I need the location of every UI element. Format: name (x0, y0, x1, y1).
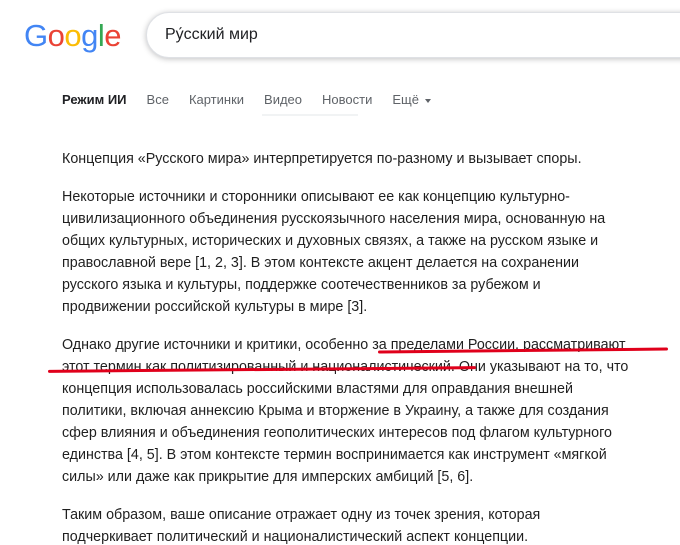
answer-paragraph: Таким образом, ваше описание отражает од… (62, 504, 662, 545)
logo-letter: o (47, 18, 65, 53)
search-input[interactable]: Ру́сский мир (165, 13, 258, 57)
answer-line: Таким образом, ваше описание отражает од… (62, 507, 541, 523)
answer-line: концепция использовалась российскими вла… (62, 381, 573, 397)
logo-letter: g (81, 18, 98, 53)
tab-more[interactable]: Ещё (392, 91, 431, 109)
answer-line: подчеркивает политический и националисти… (62, 529, 529, 545)
answer-line: силы» или даже как прикрытие для имперск… (62, 469, 474, 485)
answer-line: Некоторые источники и сторонники описыва… (62, 189, 570, 205)
tab-more-label: Ещё (392, 92, 419, 107)
answer-paragraph: Однако другие источники и критики, особе… (62, 334, 662, 488)
logo-letter: o (64, 18, 82, 53)
tab-all[interactable]: Все (147, 91, 169, 109)
answer-line: общих культурных, исторических и духовны… (62, 233, 599, 249)
tab-divider (262, 114, 358, 116)
answer-line: цивилизационного объединения русскоязычн… (62, 211, 606, 227)
answer-line: сфер влияния и объединения геополитическ… (62, 425, 612, 441)
tab-videos[interactable]: Видео (264, 91, 302, 109)
tab-news[interactable]: Новости (322, 91, 372, 109)
answer-line: продвижении российской культуры в мире [… (62, 299, 368, 315)
answer-line: русского языка и культуры, поддержке соо… (62, 277, 541, 293)
answer-paragraph: Концепция «Русского мира» интерпретирует… (62, 148, 662, 170)
search-tabs: Режим ИИ Все Картинки Видео Новости Ещё (62, 90, 451, 110)
tab-images[interactable]: Картинки (189, 91, 244, 109)
search-results-page: Google Ру́сский мир Режим ИИ Все Картинк… (0, 0, 680, 545)
logo-letter: G (24, 18, 48, 53)
answer-paragraph: Некоторые источники и сторонники описыва… (62, 186, 662, 318)
google-logo[interactable]: Google (24, 18, 122, 54)
answer-line: Однако другие источники и критики, особе… (62, 337, 626, 353)
ai-answer: Концепция «Русского мира» интерпретирует… (62, 148, 662, 545)
search-box[interactable]: Ру́сский мир (146, 12, 680, 58)
answer-line: Концепция «Русского мира» интерпретирует… (62, 151, 582, 167)
tab-ai-mode[interactable]: Режим ИИ (62, 91, 127, 109)
caret-down-icon (424, 98, 431, 103)
answer-line: единства [4, 5]. В этом контексте термин… (62, 447, 607, 463)
answer-line: православной вере [1, 2, 3]. В этом конт… (62, 255, 579, 271)
answer-line: политики, включая аннексию Крыма и вторж… (62, 403, 609, 419)
logo-letter: e (104, 18, 122, 53)
